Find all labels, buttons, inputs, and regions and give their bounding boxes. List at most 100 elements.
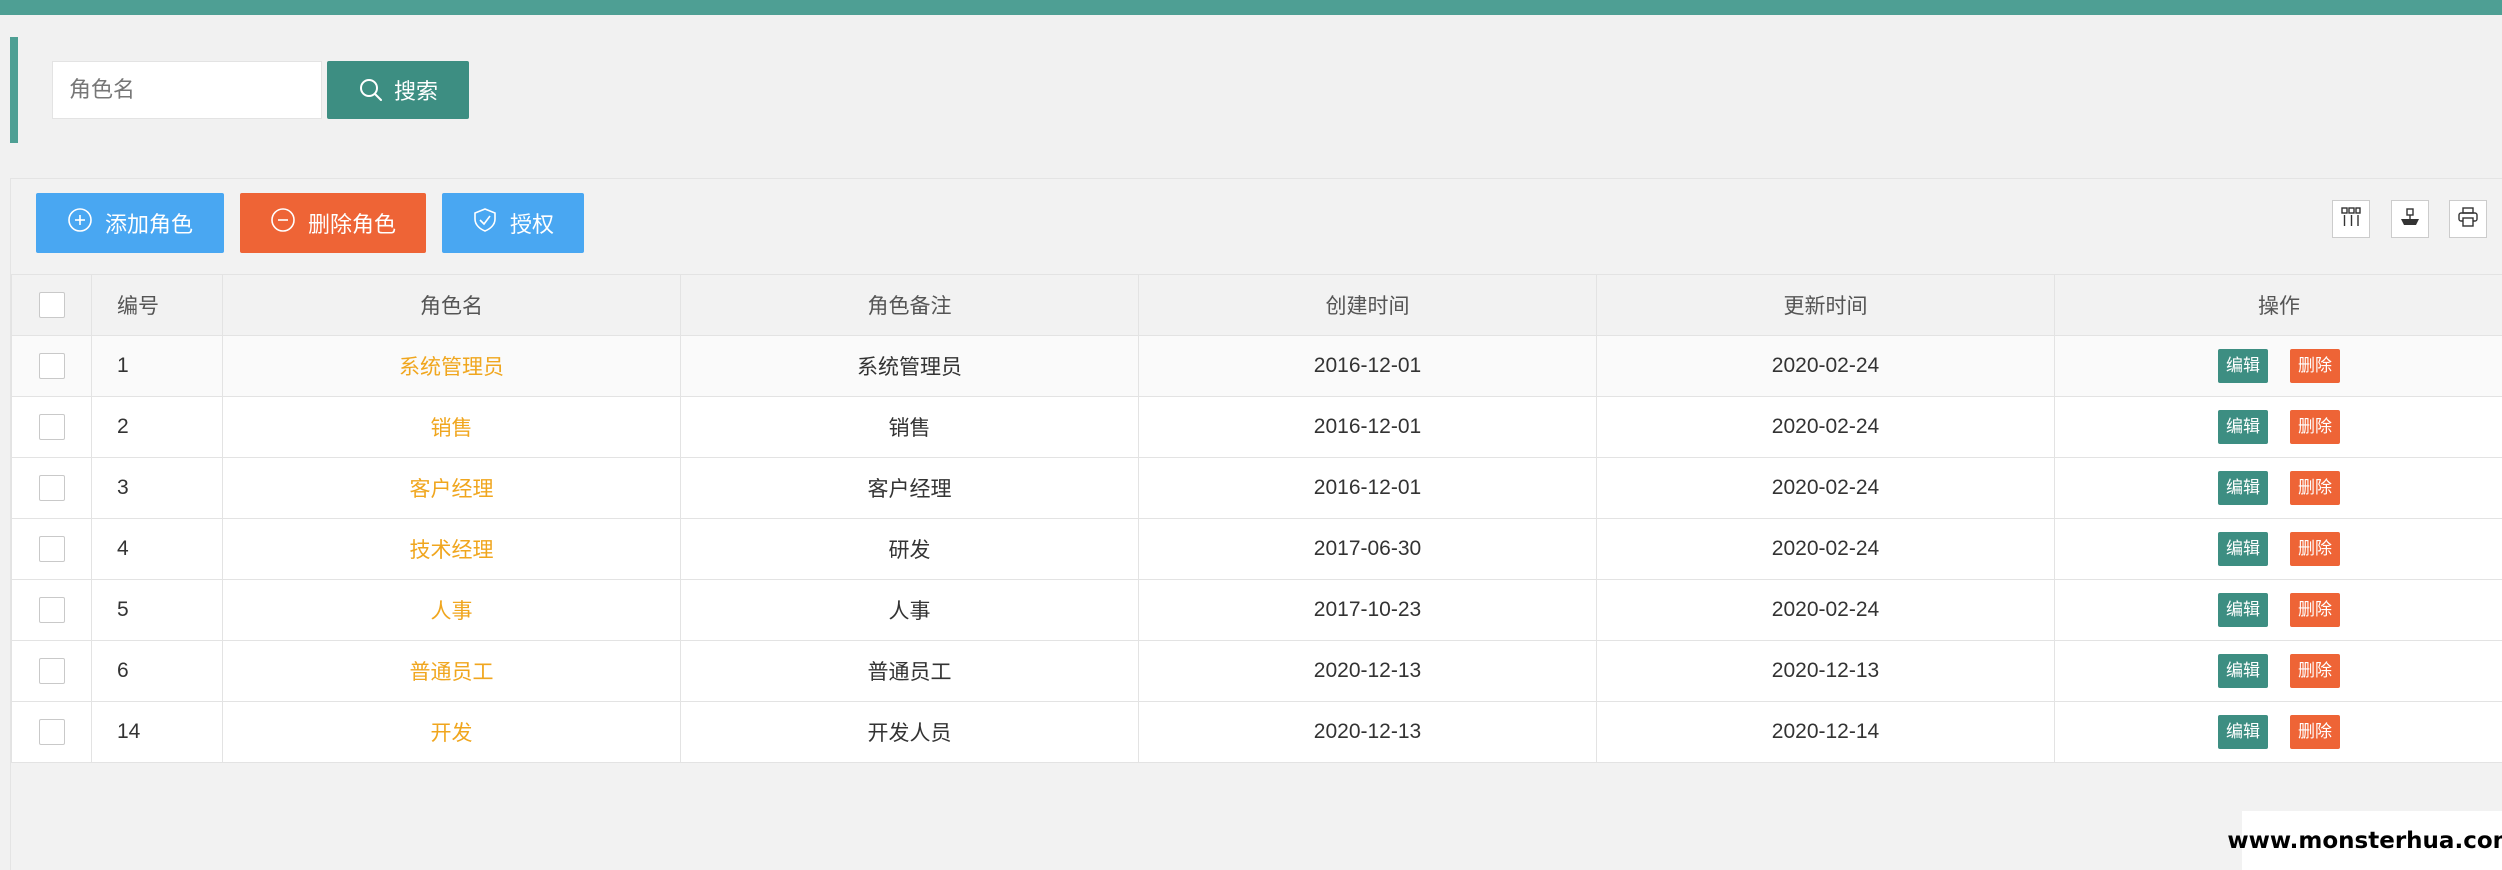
edit-button[interactable]: 编辑 (2218, 654, 2268, 688)
column-filter-button[interactable] (2332, 200, 2370, 238)
search-icon (358, 77, 384, 103)
table-row: 5 人事 人事 2017-10-23 2020-02-24 编辑 删除 (11, 579, 2502, 641)
delete-role-button[interactable]: 删除角色 (240, 193, 426, 253)
row-checkbox[interactable] (38, 475, 65, 501)
role-name-link[interactable]: 普通员工 (410, 661, 494, 684)
cell-created-time: 2016-12-01 (1138, 335, 1597, 397)
cell-actions: 编辑 删除 (2054, 518, 2502, 580)
add-role-label: 添加角色 (104, 212, 193, 237)
delete-button[interactable]: 删除 (2290, 532, 2340, 566)
cell-actions: 编辑 删除 (2054, 335, 2502, 397)
search-button-label: 搜索 (393, 79, 438, 104)
cell-actions: 编辑 删除 (2054, 701, 2502, 763)
edit-button[interactable]: 编辑 (2218, 715, 2268, 749)
cell-role-name: 普通员工 (222, 640, 681, 702)
cell-role-name: 开发 (222, 701, 681, 763)
delete-button[interactable]: 删除 (2290, 410, 2340, 444)
cell-updated-time: 2020-02-24 (1596, 457, 2055, 519)
table-body: 1 系统管理员 系统管理员 2016-12-01 2020-02-24 编辑 删除 2 销售 销售… (11, 335, 2502, 763)
delete-button[interactable]: 删除 (2290, 654, 2340, 688)
watermark: www.monsterhua.com (2227, 811, 2502, 870)
cell-role-remark: 开发人员 (680, 701, 1139, 763)
cell-updated-time: 2020-12-14 (1596, 701, 2055, 763)
cell-created-time: 2017-06-30 (1138, 518, 1597, 580)
add-role-button[interactable]: 添加角色 (36, 193, 224, 253)
shield-check-icon (472, 207, 498, 239)
role-name-link[interactable]: 销售 (431, 417, 473, 440)
cell-id: 1 (91, 335, 223, 397)
delete-button[interactable]: 删除 (2290, 471, 2340, 505)
print-button[interactable] (2449, 200, 2487, 238)
role-table: 编号 角色名 角色备注 创建时间 更新时间 操作 1 系统管理员 系统管理员 2016… (11, 274, 2502, 763)
delete-button[interactable]: 删除 (2290, 715, 2340, 749)
header-role-name[interactable]: 角色名 (222, 274, 681, 336)
search-button[interactable]: 搜索 (327, 61, 469, 119)
cell-actions: 编辑 删除 (2054, 640, 2502, 702)
header-id[interactable]: 编号 (91, 274, 223, 336)
authorize-label: 授权 (509, 212, 554, 237)
cell-id: 2 (91, 396, 223, 458)
row-checkbox-cell (11, 335, 92, 397)
row-checkbox[interactable] (38, 536, 65, 562)
cell-role-name: 系统管理员 (222, 335, 681, 397)
cell-role-remark: 研发 (680, 518, 1139, 580)
cell-created-time: 2016-12-01 (1138, 396, 1597, 458)
cell-id: 14 (91, 701, 223, 763)
delete-button[interactable]: 删除 (2290, 349, 2340, 383)
role-name-link[interactable]: 客户经理 (410, 478, 494, 501)
edit-button[interactable]: 编辑 (2218, 410, 2268, 444)
header-updated-time[interactable]: 更新时间 (1596, 274, 2055, 336)
export-button[interactable] (2391, 200, 2429, 238)
cell-id: 5 (91, 579, 223, 641)
cell-updated-time: 2020-02-24 (1596, 518, 2055, 580)
role-table-card: 添加角色 删除角色 授权 编号 角色名 角色备注 创建时间 更新时间 操作 1 … (10, 178, 2502, 870)
edit-button[interactable]: 编辑 (2218, 349, 2268, 383)
edit-button[interactable]: 编辑 (2218, 593, 2268, 627)
cell-updated-time: 2020-02-24 (1596, 579, 2055, 641)
cell-actions: 编辑 删除 (2054, 579, 2502, 641)
columns-icon (2340, 206, 2362, 233)
cell-created-time: 2016-12-01 (1138, 457, 1597, 519)
select-all-checkbox[interactable] (38, 292, 65, 318)
authorize-button[interactable]: 授权 (442, 193, 584, 253)
role-name-link[interactable]: 系统管理员 (399, 356, 504, 379)
select-all-cell (11, 274, 92, 336)
table-header-row: 编号 角色名 角色备注 创建时间 更新时间 操作 (11, 274, 2502, 336)
cell-role-remark: 客户经理 (680, 457, 1139, 519)
table-row: 1 系统管理员 系统管理员 2016-12-01 2020-02-24 编辑 删除 (11, 335, 2502, 397)
row-checkbox[interactable] (38, 353, 65, 379)
cell-role-remark: 系统管理员 (680, 335, 1139, 397)
cell-id: 4 (91, 518, 223, 580)
edit-button[interactable]: 编辑 (2218, 471, 2268, 505)
header-created-time[interactable]: 创建时间 (1138, 274, 1597, 336)
edit-button[interactable]: 编辑 (2218, 532, 2268, 566)
cell-role-name: 客户经理 (222, 457, 681, 519)
row-checkbox-cell (11, 640, 92, 702)
cell-role-name: 销售 (222, 396, 681, 458)
cell-updated-time: 2020-02-24 (1596, 396, 2055, 458)
row-checkbox[interactable] (38, 414, 65, 440)
row-checkbox[interactable] (38, 719, 65, 745)
row-checkbox-cell (11, 396, 92, 458)
header-role-remark[interactable]: 角色备注 (680, 274, 1139, 336)
cell-role-name: 人事 (222, 579, 681, 641)
table-row: 3 客户经理 客户经理 2016-12-01 2020-02-24 编辑 删除 (11, 457, 2502, 519)
row-checkbox-cell (11, 518, 92, 580)
cell-updated-time: 2020-02-24 (1596, 335, 2055, 397)
row-checkbox[interactable] (38, 597, 65, 623)
role-name-search-input[interactable] (52, 61, 322, 119)
cell-id: 6 (91, 640, 223, 702)
table-row: 4 技术经理 研发 2017-06-30 2020-02-24 编辑 删除 (11, 518, 2502, 580)
header-actions: 操作 (2054, 274, 2502, 336)
row-checkbox-cell (11, 457, 92, 519)
delete-button[interactable]: 删除 (2290, 593, 2340, 627)
row-checkbox[interactable] (38, 658, 65, 684)
role-name-link[interactable]: 技术经理 (410, 539, 494, 562)
cell-actions: 编辑 删除 (2054, 396, 2502, 458)
role-name-link[interactable]: 开发 (431, 722, 473, 745)
minus-circle-icon (270, 207, 296, 239)
table-row: 2 销售 销售 2016-12-01 2020-02-24 编辑 删除 (11, 396, 2502, 458)
cell-id: 3 (91, 457, 223, 519)
cell-updated-time: 2020-12-13 (1596, 640, 2055, 702)
role-name-link[interactable]: 人事 (431, 600, 473, 623)
